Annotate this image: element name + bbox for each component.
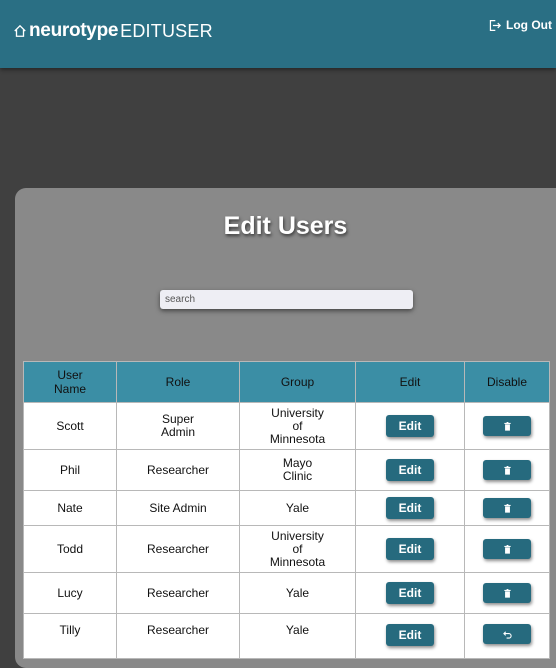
user-name-cell: Phil (23, 449, 117, 491)
users-table: User Name Role Group Edit Disable Scott … (23, 361, 550, 659)
home-icon (14, 24, 26, 37)
search-input[interactable] (160, 290, 413, 309)
role-cell: Researcher (116, 525, 240, 573)
disable-button[interactable] (483, 539, 531, 559)
disable-button[interactable] (483, 583, 531, 603)
logout-button[interactable]: Log Out (488, 18, 552, 32)
table-row: Scott Super Admin University of Minnesot… (23, 402, 550, 450)
edit-button[interactable]: Edit (386, 415, 434, 437)
disable-cell (464, 490, 550, 526)
group-cell: University of Minnesota (239, 402, 356, 450)
edit-cell: Edit (355, 572, 465, 614)
disable-button[interactable] (483, 498, 531, 518)
table-row: Tilly Researcher Yale Edit (23, 613, 550, 659)
brand[interactable]: neurotype EDITUSER (13, 20, 213, 42)
table-header-row: User Name Role Group Edit Disable (23, 361, 550, 403)
edit-cell: Edit (355, 449, 465, 491)
table-row: Lucy Researcher Yale Edit (23, 572, 550, 614)
disable-cell (464, 402, 550, 450)
disable-cell (464, 525, 550, 573)
undo-icon (502, 630, 512, 639)
edit-button[interactable]: Edit (386, 624, 434, 646)
edit-cell: Edit (355, 490, 465, 526)
group-cell: Yale (239, 613, 356, 659)
logout-icon (489, 19, 502, 31)
edit-button[interactable]: Edit (386, 538, 434, 560)
table-row: Nate Site Admin Yale Edit (23, 490, 550, 526)
user-name-cell: Scott (23, 402, 117, 450)
user-name-cell: Todd (23, 525, 117, 573)
group-cell: Yale (239, 490, 356, 526)
page-label: EDITUSER (120, 20, 213, 41)
table-row: Todd Researcher University of Minnesota … (23, 525, 550, 573)
trash-icon (503, 544, 511, 554)
group-cell: University of Minnesota (239, 525, 356, 573)
group-cell: Mayo Clinic (239, 449, 356, 491)
role-cell: Researcher (116, 449, 240, 491)
column-header-role: Role (116, 361, 240, 403)
edit-users-panel: Edit Users User Name Role Group Edit Dis… (15, 188, 556, 668)
edit-button[interactable]: Edit (386, 497, 434, 519)
edit-button[interactable]: Edit (386, 459, 434, 481)
edit-cell: Edit (355, 402, 465, 450)
logout-label: Log Out (506, 18, 552, 32)
column-header-user-name: User Name (23, 361, 117, 403)
disable-cell (464, 572, 550, 614)
user-name-cell: Lucy (23, 572, 117, 614)
role-cell: Researcher (116, 572, 240, 614)
trash-icon (503, 465, 511, 475)
user-name-cell: Tilly (23, 613, 117, 659)
disable-button[interactable] (483, 416, 531, 436)
trash-icon (503, 503, 511, 513)
group-cell: Yale (239, 572, 356, 614)
user-name-cell: Nate (23, 490, 117, 526)
disable-button[interactable] (483, 460, 531, 480)
edit-cell: Edit (355, 525, 465, 573)
page-title: Edit Users (223, 212, 348, 240)
column-header-group: Group (239, 361, 356, 403)
edit-cell: Edit (355, 613, 465, 659)
role-cell: Researcher (116, 613, 240, 659)
role-cell: Site Admin (116, 490, 240, 526)
role-cell: Super Admin (116, 402, 240, 450)
table-row: Phil Researcher Mayo Clinic Edit (23, 449, 550, 491)
restore-button[interactable] (483, 624, 531, 644)
edit-button[interactable]: Edit (386, 582, 434, 604)
column-header-disable: Disable (464, 361, 550, 403)
top-navbar: neurotype EDITUSER Log Out (0, 0, 556, 68)
column-header-edit: Edit (355, 361, 465, 403)
disable-cell (464, 449, 550, 491)
brand-logo: neurotype (29, 20, 119, 41)
trash-icon (503, 588, 511, 598)
trash-icon (503, 421, 511, 431)
disable-cell (464, 613, 550, 659)
